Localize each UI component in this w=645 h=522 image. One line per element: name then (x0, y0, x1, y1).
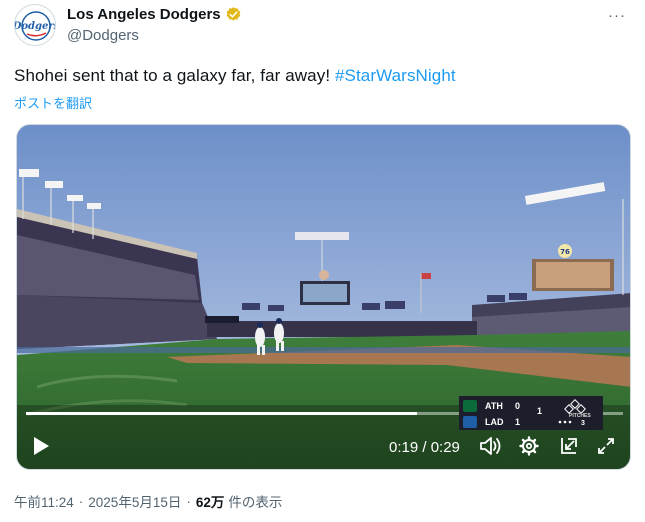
dodgers-logo-icon: Dodgers (15, 6, 56, 45)
tweet-text: Shohei sent that to a galaxy far, far aw… (14, 66, 456, 86)
name-line: Los Angeles Dodgers (67, 6, 242, 23)
dodgers-avatar[interactable]: Dodgers (14, 4, 56, 46)
picture-in-picture-button[interactable] (558, 435, 580, 457)
video-player[interactable]: 76 ATH 0 LAD 1 1 PITCHES 3 0:19 / 0:29 (16, 124, 631, 470)
tweet-footer: 午前11:24 · 2025年5月15日 · 62万 件の表示 (14, 491, 282, 511)
verified-badge-icon (226, 7, 241, 21)
separator-dot: · (78, 493, 84, 509)
play-button[interactable] (31, 435, 51, 457)
user-handle[interactable]: @Dodgers (67, 27, 139, 44)
scorebug-away-team: ATH 0 (463, 398, 520, 413)
more-icon: ··· (608, 6, 626, 24)
volume-icon (480, 437, 501, 455)
gear-icon (519, 436, 539, 456)
post-time[interactable]: 午前11:24 (14, 491, 74, 511)
settings-button[interactable] (518, 435, 540, 457)
fullscreen-button[interactable] (595, 435, 617, 457)
more-options-button[interactable]: ··· (606, 6, 628, 24)
away-team-score: 0 (515, 400, 521, 411)
pitches-label: PITCHES (569, 413, 591, 419)
fullscreen-icon (598, 438, 614, 454)
hashtag-link[interactable]: #StarWarsNight (335, 66, 456, 85)
separator-dot: · (186, 493, 191, 509)
display-name[interactable]: Los Angeles Dodgers (67, 6, 221, 23)
post-date[interactable]: 2025年5月15日 (88, 491, 181, 511)
view-count-label: 件の表示 (228, 495, 283, 510)
translate-post-link[interactable]: ポストを翻訳 (14, 93, 92, 112)
home-team-logo-icon (463, 415, 477, 428)
tweet-header: Dodgers Los Angeles Dodgers @Dodgers ··· (14, 4, 634, 50)
avatar-logo-text: Dodgers (15, 21, 56, 32)
view-count: 62万 (195, 495, 225, 510)
pip-icon (561, 438, 577, 454)
scorebug-inning: 1 (537, 406, 543, 416)
video-controls: 0:19 / 0:29 (17, 429, 630, 465)
video-progress-fill (26, 412, 418, 415)
video-time-display: 0:19 / 0:29 (389, 439, 460, 456)
pitches-count: 3 (581, 420, 585, 427)
scene-sign-text: 76 (560, 248, 570, 256)
tweet-body: Shohei sent that to a galaxy far, far aw… (14, 66, 335, 85)
home-team-score: 1 (515, 416, 521, 427)
scorebug-home-team: LAD 1 (463, 414, 520, 429)
home-team-abbr: LAD (485, 416, 504, 427)
away-team-abbr: ATH (485, 400, 503, 411)
away-team-logo-icon (463, 399, 477, 412)
volume-button[interactable] (479, 435, 503, 457)
play-icon (34, 437, 49, 455)
scorebug: ATH 0 LAD 1 1 PITCHES 3 (459, 396, 603, 430)
